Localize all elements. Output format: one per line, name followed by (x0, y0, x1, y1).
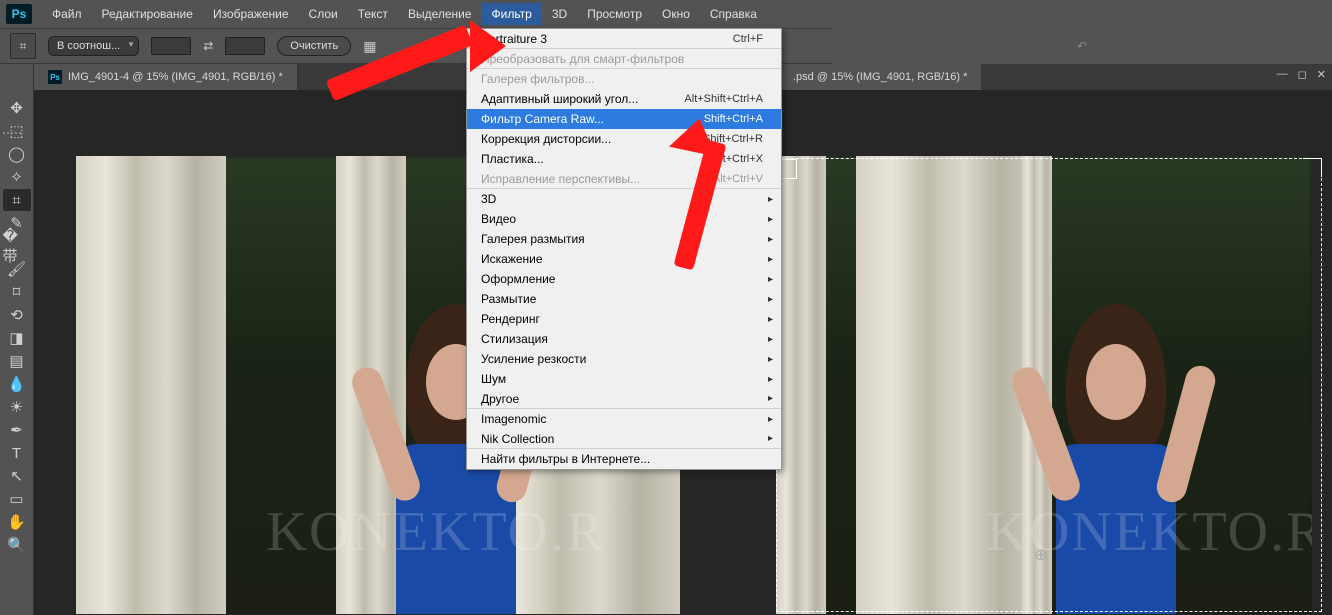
crop-tool-icon[interactable]: ⌗ (10, 33, 36, 59)
menu-item-оформление[interactable]: Оформление (467, 269, 781, 289)
tool-path[interactable]: ↖ (3, 465, 31, 487)
tool-history[interactable]: ⟲ (3, 304, 31, 326)
menu-item-размытие[interactable]: Размытие (467, 289, 781, 309)
menu-item-3d[interactable]: 3D (467, 189, 781, 209)
menubar: Ps ФайлРедактированиеИзображениеСлоиТекс… (0, 0, 1332, 28)
tool-shape[interactable]: ▭ (3, 488, 31, 510)
tool-stamp[interactable]: ⌑ (3, 281, 31, 303)
minimize-icon[interactable]: — (1277, 68, 1288, 81)
menu-просмотр[interactable]: Просмотр (577, 3, 652, 25)
center-crosshair: ⊕ (1034, 545, 1047, 565)
menu-item-преобразовать-для-смарт-фильтров: Преобразовать для смарт-фильтров (467, 49, 781, 69)
toolbox: ✥⬚◯✧⌗✎�带🖌⌑⟲◨▤💧☀✒T↖▭✋🔍 (0, 64, 34, 615)
tool-wand[interactable]: ✧ (3, 166, 31, 188)
menu-справка[interactable]: Справка (700, 3, 767, 25)
menu-item-усиление-резкости[interactable]: Усиление резкости (467, 349, 781, 369)
document-tab-2[interactable]: .psd @ 15% (IMG_4901, RGB/16) * (779, 64, 982, 90)
menu-изображение[interactable]: Изображение (203, 3, 299, 25)
app-logo: Ps (6, 4, 32, 24)
tool-blur[interactable]: 💧 (3, 373, 31, 395)
menu-item-другое[interactable]: Другое (467, 389, 781, 409)
tool-hand[interactable]: ✋ (3, 511, 31, 533)
undo-icon[interactable]: ↶ (1077, 39, 1087, 53)
tool-marquee[interactable]: ⬚ (3, 120, 31, 142)
maximize-icon[interactable]: ◻ (1298, 68, 1307, 81)
menu-item-portraiture-3[interactable]: Portraiture 3Ctrl+F (467, 29, 781, 49)
menu-item-рендеринг[interactable]: Рендеринг (467, 309, 781, 329)
menu-item-шум[interactable]: Шум (467, 369, 781, 389)
document-tab-label: IMG_4901-4 @ 15% (IMG_4901, RGB/16) * (68, 71, 283, 83)
document-tab-1[interactable]: Ps IMG_4901-4 @ 15% (IMG_4901, RGB/16) * (34, 64, 298, 90)
ratio-width-input[interactable] (151, 37, 191, 55)
menu-item-nik-collection[interactable]: Nik Collection (467, 429, 781, 449)
menu-item-исправление-перспективы-: Исправление перспективы...Alt+Ctrl+V (467, 169, 781, 189)
ratio-select[interactable]: В соотнош... (48, 36, 139, 56)
menu-item-галерея-фильтров-: Галерея фильтров... (467, 69, 781, 89)
ratio-height-input[interactable] (225, 37, 265, 55)
watermark-text: KONEKTO.R (267, 500, 606, 564)
menu-item-фильтр-camera-raw-[interactable]: Фильтр Camera Raw...Shift+Ctrl+A (467, 109, 781, 129)
menu-3d[interactable]: 3D (542, 3, 577, 25)
toolbox-grip (3, 132, 31, 138)
menu-item-галерея-размытия[interactable]: Галерея размытия (467, 229, 781, 249)
swap-icon[interactable]: ⇄ (203, 39, 213, 53)
clear-button[interactable]: Очистить (277, 36, 351, 56)
filter-menu-dropdown: Portraiture 3Ctrl+FПреобразовать для сма… (466, 28, 782, 470)
menu-выделение[interactable]: Выделение (398, 3, 482, 25)
tool-crop[interactable]: ⌗ (3, 189, 31, 211)
tool-type[interactable]: T (3, 442, 31, 464)
window-controls: — ◻ ✕ (1277, 68, 1326, 81)
tool-move[interactable]: ✥ (3, 97, 31, 119)
close-icon[interactable]: ✕ (1317, 68, 1326, 81)
menu-item-искажение[interactable]: Искажение (467, 249, 781, 269)
straighten-icon[interactable]: ▦ (363, 38, 376, 55)
menu-текст[interactable]: Текст (348, 3, 398, 25)
menu-слои[interactable]: Слои (299, 3, 348, 25)
menu-item-найти-фильтры-в-интернете-[interactable]: Найти фильтры в Интернете... (467, 449, 781, 469)
menu-фильтр[interactable]: Фильтр (482, 3, 542, 25)
ps-file-icon: Ps (48, 70, 62, 84)
tool-eraser[interactable]: ◨ (3, 327, 31, 349)
menu-item-видео[interactable]: Видео (467, 209, 781, 229)
menu-item-пластика-[interactable]: Пластика...Shift+Ctrl+X (467, 149, 781, 169)
menu-item-адаптивный-широкий-угол-[interactable]: Адаптивный широкий угол...Alt+Shift+Ctrl… (467, 89, 781, 109)
menu-окно[interactable]: Окно (652, 3, 700, 25)
menu-item-коррекция-дисторсии-[interactable]: Коррекция дисторсии...Shift+Ctrl+R (467, 129, 781, 149)
tool-zoom[interactable]: 🔍 (3, 534, 31, 556)
tool-pen[interactable]: ✒ (3, 419, 31, 441)
tool-heal[interactable]: �带 (3, 235, 31, 257)
tool-gradient[interactable]: ▤ (3, 350, 31, 372)
menu-файл[interactable]: Файл (42, 3, 92, 25)
tool-lasso[interactable]: ◯ (3, 143, 31, 165)
menu-редактирование[interactable]: Редактирование (92, 3, 203, 25)
menu-item-стилизация[interactable]: Стилизация (467, 329, 781, 349)
menu-item-imagenomic[interactable]: Imagenomic (467, 409, 781, 429)
history-bar: ↶ (832, 28, 1332, 64)
document-tab-label: .psd @ 15% (IMG_4901, RGB/16) * (793, 71, 967, 83)
tool-dodge[interactable]: ☀ (3, 396, 31, 418)
